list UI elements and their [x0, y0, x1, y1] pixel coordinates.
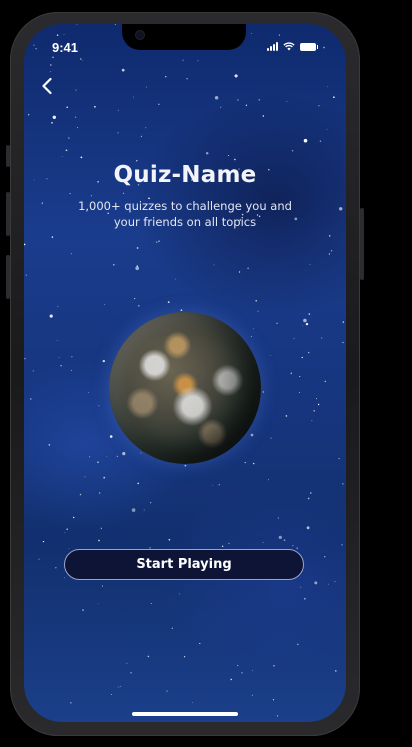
wifi-icon [283, 42, 295, 51]
silent-switch [6, 145, 10, 167]
chevron-left-icon[interactable] [38, 76, 58, 96]
start-playing-button[interactable]: Start Playing [64, 549, 304, 580]
status-icons [267, 42, 318, 51]
volume-down-button [6, 255, 10, 299]
quiz-title: Quiz-Name [113, 162, 257, 188]
cellular-signal-icon [267, 42, 278, 51]
home-indicator[interactable] [132, 712, 238, 716]
status-time: 9:41 [52, 40, 79, 55]
battery-icon [300, 42, 318, 51]
power-button [360, 208, 364, 280]
planet-illustration [109, 312, 261, 464]
device-mockup: 9:41 Quiz-Name 1,000+ quizzes to challen… [0, 0, 412, 747]
app-screen: 9:41 Quiz-Name 1,000+ quizzes to challen… [24, 24, 346, 722]
volume-up-button [6, 192, 10, 236]
quiz-subtitle: 1,000+ quizzes to challenge you and your… [78, 199, 292, 229]
camera-icon [136, 31, 144, 39]
